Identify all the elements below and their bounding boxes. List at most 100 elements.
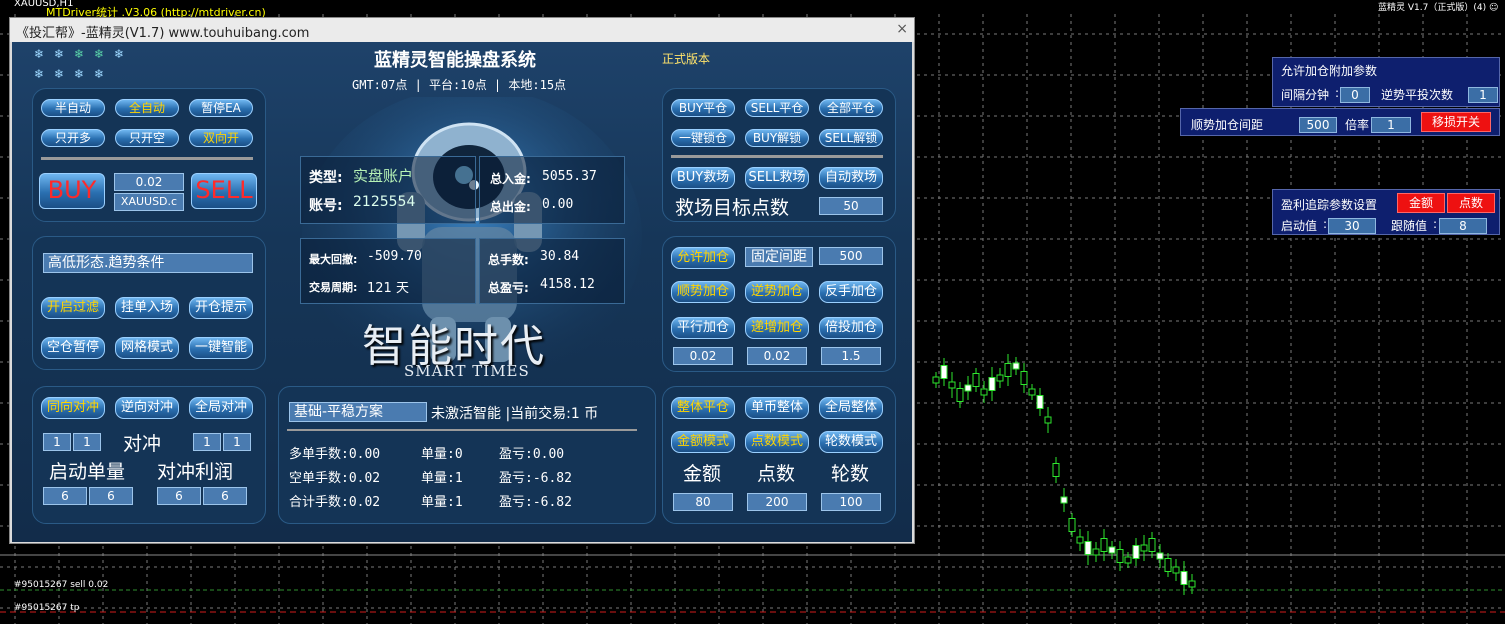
add-params-panel: 允许加仓附加参数 间隔分钟 : 0 逆势平投次数 1 bbox=[1272, 57, 1500, 107]
parallel-lot-input[interactable]: 0.02 bbox=[673, 347, 733, 365]
same-hedge-button[interactable]: 同向对冲 bbox=[41, 397, 105, 419]
reverse-hedge-button[interactable]: 逆向对冲 bbox=[115, 397, 179, 419]
candle-body bbox=[1188, 580, 1196, 588]
one-click-smart-button[interactable]: 一键智能 bbox=[189, 337, 253, 359]
start-lot-input[interactable]: 6 bbox=[89, 487, 133, 505]
lot-input[interactable]: 0.02 bbox=[114, 173, 184, 191]
window-titlebar[interactable]: 《投汇帮》-蓝精灵(V1.7) www.touhuibang.com × bbox=[10, 18, 914, 42]
candle-body bbox=[1028, 388, 1036, 396]
sell-button[interactable]: SELL bbox=[191, 173, 257, 209]
hedge-input[interactable]: 1 bbox=[193, 433, 221, 451]
colon: : bbox=[1335, 86, 1340, 100]
allow-add-button[interactable]: 允许加仓 bbox=[671, 247, 735, 269]
start-lot-input[interactable]: 6 bbox=[43, 487, 87, 505]
long-lots: 多单手数:0.00 bbox=[289, 447, 381, 462]
trend-distance-label: 顺势加仓间距 bbox=[1191, 118, 1264, 132]
pause-ea-button[interactable]: 暂停EA bbox=[189, 99, 253, 117]
buy-unlock-button[interactable]: BUY解锁 bbox=[745, 129, 809, 147]
points-mode-button[interactable]: 点数模式 bbox=[745, 431, 809, 453]
trail-amount-button[interactable]: 金额 bbox=[1397, 193, 1445, 213]
sell-unlock-button[interactable]: SELL解锁 bbox=[819, 129, 883, 147]
account-number-value: 2125554 bbox=[353, 194, 416, 210]
open-prompt-button[interactable]: 开仓提示 bbox=[189, 297, 253, 319]
auto-rescue-button[interactable]: 自动救场 bbox=[819, 167, 883, 189]
points-label: 点数 bbox=[757, 463, 796, 485]
condition-field[interactable]: 高低形态.趋势条件 bbox=[43, 253, 253, 273]
total-lots: 合计手数:0.02 bbox=[289, 495, 381, 510]
hedge-input[interactable]: 1 bbox=[73, 433, 101, 451]
deposit-value: 5055.37 bbox=[542, 169, 597, 184]
trend-distance-input[interactable]: 500 bbox=[1299, 117, 1337, 133]
divider bbox=[287, 429, 637, 431]
candle-body bbox=[1036, 395, 1044, 409]
hedge-input[interactable]: 1 bbox=[223, 433, 251, 451]
global-overall-button[interactable]: 全局整体 bbox=[819, 397, 883, 419]
trend-add-button[interactable]: 顺势加仓 bbox=[671, 281, 735, 303]
symbol-input[interactable]: XAUUSD.c bbox=[114, 193, 184, 211]
hedge-profit-input[interactable]: 6 bbox=[203, 487, 247, 505]
buy-button[interactable]: BUY bbox=[39, 173, 105, 209]
close-icon[interactable]: × bbox=[896, 21, 908, 37]
multiplier-input[interactable]: 1 bbox=[1371, 117, 1411, 133]
grid-mode-button[interactable]: 网格模式 bbox=[115, 337, 179, 359]
rounds-input[interactable]: 100 bbox=[821, 493, 881, 511]
ea-status-label: 蓝精灵 V1.7（正式版）(4) ☺ bbox=[1378, 3, 1499, 13]
close-all-button[interactable]: 全部平仓 bbox=[819, 99, 883, 117]
empty-pause-button[interactable]: 空仓暂停 bbox=[41, 337, 105, 359]
plan-field[interactable]: 基础-平稳方案 bbox=[289, 402, 427, 422]
trail-start-input[interactable]: 30 bbox=[1328, 218, 1376, 234]
counter-count-input[interactable]: 1 bbox=[1468, 87, 1498, 103]
full-auto-button[interactable]: 全自动 bbox=[115, 99, 179, 117]
stop-switch-button[interactable]: 移损开关 bbox=[1421, 112, 1491, 132]
pending-entry-button[interactable]: 挂单入场 bbox=[115, 297, 179, 319]
sell-close-button[interactable]: SELL平仓 bbox=[745, 99, 809, 117]
counter-add-button[interactable]: 逆势加仓 bbox=[745, 281, 809, 303]
order-tp-label: #95015267 tp bbox=[14, 603, 80, 613]
candle-body bbox=[1100, 538, 1108, 552]
add-position-panel: 允许加仓 固定间距 500 顺势加仓 逆势加仓 反手加仓 平行加仓 递增加仓 倍… bbox=[662, 236, 896, 372]
star-icon: ❄ bbox=[54, 47, 65, 61]
reverse-add-button[interactable]: 反手加仓 bbox=[819, 281, 883, 303]
hedge-profit-input[interactable]: 6 bbox=[157, 487, 201, 505]
short-only-button[interactable]: 只开空 bbox=[115, 129, 179, 147]
enable-filter-button[interactable]: 开启过滤 bbox=[41, 297, 105, 319]
hedge-input[interactable]: 1 bbox=[43, 433, 71, 451]
semi-auto-button[interactable]: 半自动 bbox=[41, 99, 105, 117]
hedge-label: 对冲 bbox=[123, 433, 162, 455]
increment-add-button[interactable]: 递增加仓 bbox=[745, 317, 809, 339]
candle-body bbox=[980, 388, 988, 396]
global-hedge-button[interactable]: 全局对冲 bbox=[189, 397, 253, 419]
candle-body bbox=[988, 377, 996, 391]
candle-body bbox=[1108, 546, 1116, 554]
multiply-add-button[interactable]: 倍投加仓 bbox=[819, 317, 883, 339]
buy-rescue-button[interactable]: BUY救场 bbox=[671, 167, 735, 189]
rescue-target-input[interactable]: 50 bbox=[819, 197, 883, 215]
overall-close-button[interactable]: 整体平仓 bbox=[671, 397, 735, 419]
candle-body bbox=[972, 373, 980, 387]
trail-follow-input[interactable]: 8 bbox=[1439, 218, 1487, 234]
interval-value-input[interactable]: 500 bbox=[819, 247, 883, 265]
ea-window[interactable]: 《投汇帮》-蓝精灵(V1.7) www.touhuibang.com × ❄ ❄… bbox=[9, 17, 915, 544]
amount-input[interactable]: 80 bbox=[673, 493, 733, 511]
short-profit: 盈亏:-6.82 bbox=[499, 471, 572, 486]
drawdown-label: 最大回撤: bbox=[309, 253, 358, 266]
interval-mode-field[interactable]: 固定间距 bbox=[745, 247, 813, 267]
points-input[interactable]: 200 bbox=[747, 493, 807, 511]
lock-button[interactable]: 一键锁仓 bbox=[671, 129, 735, 147]
increment-lot-input[interactable]: 0.02 bbox=[747, 347, 807, 365]
mode-panel: 半自动 全自动 暂停EA 只开多 只开空 双向开 BUY 0.02 XAUUSD… bbox=[32, 88, 266, 222]
parallel-add-button[interactable]: 平行加仓 bbox=[671, 317, 735, 339]
trail-points-button[interactable]: 点数 bbox=[1447, 193, 1495, 213]
single-symbol-button[interactable]: 单币整体 bbox=[745, 397, 809, 419]
divider bbox=[671, 155, 883, 158]
multiply-factor-input[interactable]: 1.5 bbox=[821, 347, 881, 365]
sell-rescue-button[interactable]: SELL救场 bbox=[745, 167, 809, 189]
interval-minutes-input[interactable]: 0 bbox=[1340, 87, 1370, 103]
period-value: 121 天 bbox=[367, 281, 409, 296]
both-ways-button[interactable]: 双向开 bbox=[189, 129, 253, 147]
long-only-button[interactable]: 只开多 bbox=[41, 129, 105, 147]
buy-close-button[interactable]: BUY平仓 bbox=[671, 99, 735, 117]
rounds-mode-button[interactable]: 轮数模式 bbox=[819, 431, 883, 453]
amount-mode-button[interactable]: 金额模式 bbox=[671, 431, 735, 453]
profit-label: 总盈亏: bbox=[488, 281, 529, 295]
